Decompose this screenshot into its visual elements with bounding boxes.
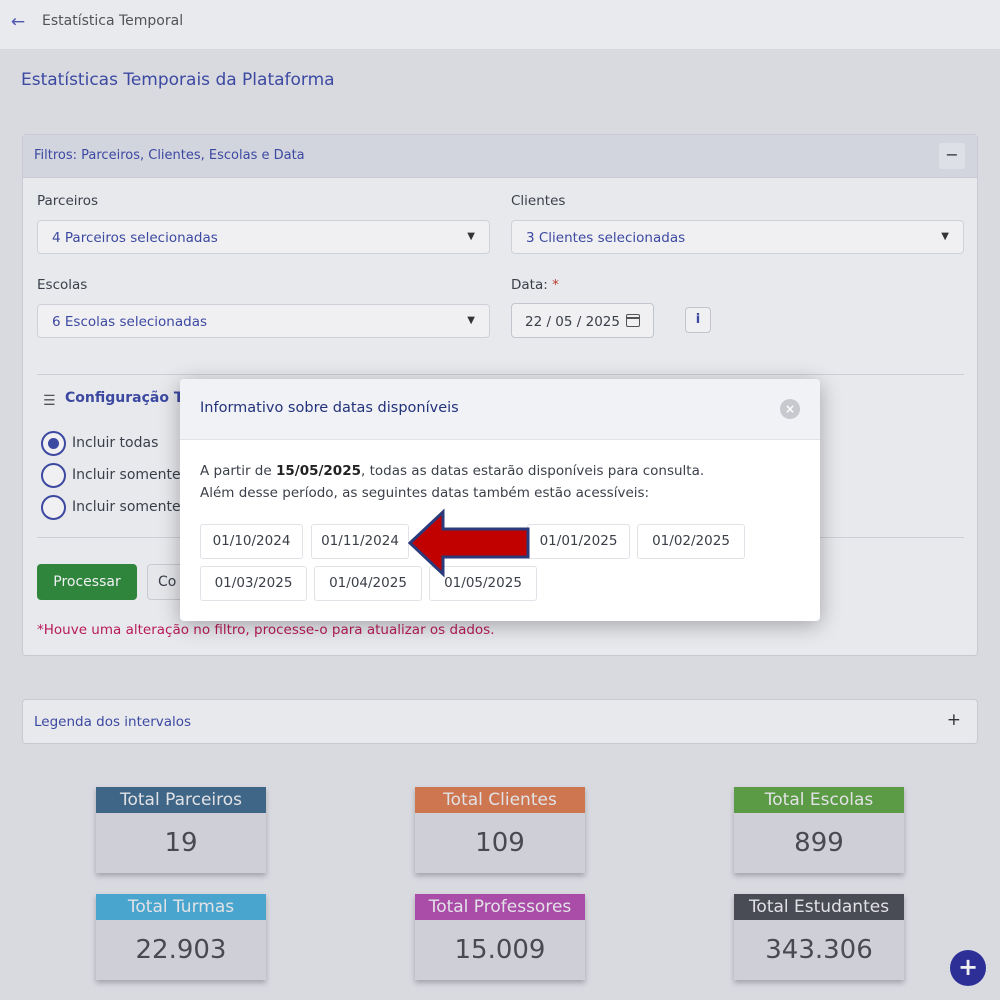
date-chip[interactable]: 01/01/2025 — [527, 524, 630, 559]
annotation-arrow-icon — [407, 508, 530, 578]
modal-title: Informativo sobre datas disponíveis — [200, 400, 459, 416]
date-chip[interactable]: 01/02/2025 — [637, 524, 745, 559]
modal-line-1: A partir de 15/05/2025, todas as datas e… — [200, 463, 704, 479]
date-chip[interactable]: 01/03/2025 — [200, 566, 307, 601]
close-icon[interactable]: × — [780, 399, 800, 419]
dates-info-modal: Informativo sobre datas disponíveis × A … — [180, 379, 820, 621]
date-chip[interactable]: 01/11/2024 — [311, 524, 409, 559]
modal-line-2: Além desse período, as seguintes datas t… — [200, 485, 650, 501]
line1-date: 15/05/2025 — [275, 463, 361, 479]
line1-prefix: A partir de — [200, 463, 276, 479]
date-chip[interactable]: 01/10/2024 — [200, 524, 303, 559]
modal-header: Informativo sobre datas disponíveis × — [180, 379, 820, 440]
line1-suffix: , todas as datas estarão disponíveis par… — [361, 463, 705, 479]
